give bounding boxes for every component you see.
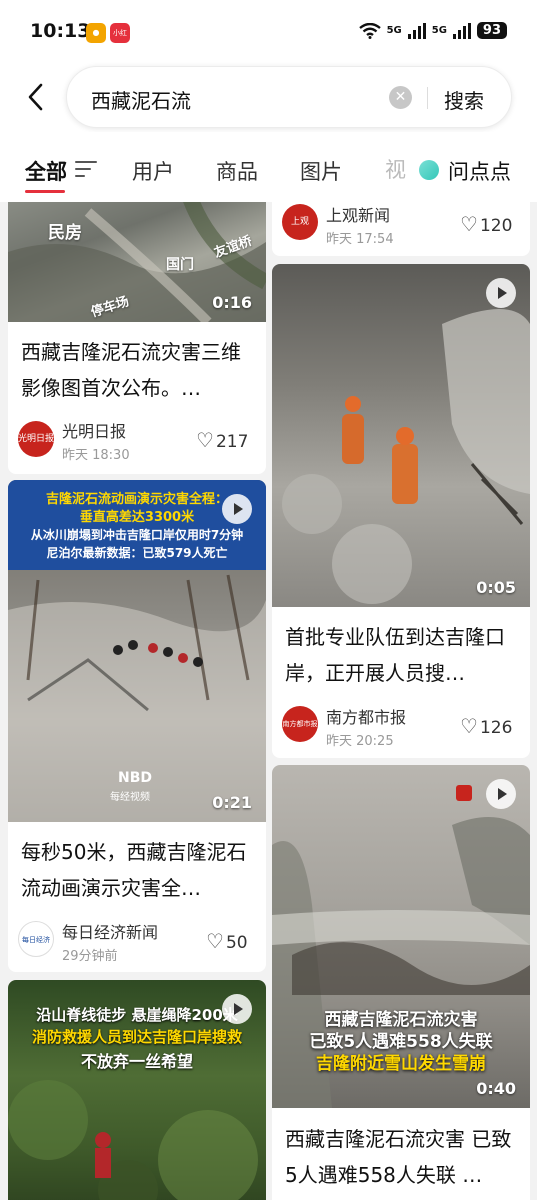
video-thumbnail: 0:05: [272, 264, 530, 607]
tab-wendiandian[interactable]: 问点点: [448, 156, 511, 186]
rescuers-image: [282, 309, 530, 604]
like-count: 120: [479, 216, 513, 236]
video-thumbnail: 西藏吉隆泥石流灾害 已致5人遇难558人失联 吉隆附近雪山发生雪崩 0:40: [272, 765, 530, 1108]
results-feed: 民房 国门 友谊桥 停车场 0:16 西藏吉隆泥石流灾害三维影像图首次公布。… …: [0, 202, 537, 1200]
search-query[interactable]: 西藏泥石流: [91, 85, 191, 114]
source-name[interactable]: 每日经济新闻: [62, 919, 158, 943]
play-icon[interactable]: [222, 994, 252, 1024]
source-logo: 南方都市报: [282, 706, 318, 742]
nbd-watermark-label: 每经视频: [110, 792, 150, 803]
status-indicators: 5G 5G 93: [358, 22, 507, 39]
overlay-line: 吉隆附近雪山发生雪崩: [316, 1054, 486, 1074]
video-duration: 0:21: [212, 793, 252, 812]
heart-icon: ♡: [196, 428, 214, 452]
play-icon[interactable]: [486, 779, 516, 809]
video-duration: 0:16: [212, 293, 252, 312]
overlay-line: 消防救援人员到达吉隆口岸搜救: [31, 1028, 242, 1046]
active-tab-indicator: [25, 190, 65, 193]
back-arrow-icon[interactable]: [22, 80, 52, 114]
post-time: 29分钟前: [62, 949, 118, 964]
video-duration: 0:05: [476, 578, 516, 597]
heart-icon: ♡: [206, 929, 224, 953]
cellular-5g-label-2: 5G: [431, 24, 447, 36]
card-title: 西藏吉隆泥石流灾害 已致5人遇难558人失联 …: [285, 1127, 512, 1187]
like-button[interactable]: ♡ 50: [206, 929, 248, 953]
result-card[interactable]: 0:05 首批专业队伍到达吉隆口岸，正开展人员搜… 南方都市报 南方都市报 昨天…: [272, 264, 530, 758]
status-time: 10:13: [30, 20, 91, 42]
source-name[interactable]: 上观新闻: [326, 202, 390, 226]
result-card[interactable]: 沿山脊线徒步 悬崖绳降200米 消防救援人员到达吉隆口岸搜救 不放弃一丝希望: [8, 980, 266, 1200]
like-button[interactable]: ♡ 217: [196, 428, 248, 452]
source-logo: 上观: [282, 204, 318, 240]
filter-icon[interactable]: [75, 161, 97, 179]
like-button[interactable]: ♡ 120: [460, 212, 512, 236]
source-badge-icon: [456, 785, 472, 801]
result-card[interactable]: 上观 上观新闻 昨天 17:54 ♡ 120: [272, 202, 530, 256]
nbd-watermark: NBD: [118, 770, 153, 786]
tab-video-partial[interactable]: 视: [385, 154, 406, 184]
xiaohongshu-notification-icon: 小红书: [110, 23, 130, 57]
video-thumbnail: 吉隆泥石流动画演示灾害全程： 垂直高差达3300米 从冰川崩塌到冲击吉隆口岸仅用…: [8, 480, 266, 822]
clear-search-icon[interactable]: ✕: [389, 86, 412, 109]
image-label: 民房: [48, 223, 82, 243]
search-input[interactable]: 西藏泥石流 ✕ 搜索: [66, 66, 512, 128]
status-bar: 10:13 ● 小红书 5G 5G 93: [0, 0, 537, 66]
video-duration: 0:40: [476, 1079, 516, 1098]
play-icon[interactable]: [222, 494, 252, 524]
post-time: 昨天 18:30: [62, 448, 130, 463]
signal-icon-2: [452, 22, 471, 39]
video-thumbnail: 民房 国门 友谊桥 停车场 0:16: [8, 202, 266, 322]
banner-line: 尼泊尔最新数据：已致579人死亡: [46, 546, 228, 560]
weibo-notification-icon: ●: [86, 23, 106, 43]
search-button[interactable]: 搜索: [444, 85, 484, 114]
source-logo: 光明日报: [18, 421, 54, 457]
like-count: 126: [479, 718, 513, 738]
video-thumbnail: 沿山脊线徒步 悬崖绳降200米 消防救援人员到达吉隆口岸搜救 不放弃一丝希望: [8, 980, 266, 1200]
post-time: 昨天 17:54: [326, 232, 394, 247]
card-title: 西藏吉隆泥石流灾害三维影像图首次公布。…: [21, 340, 241, 400]
banner-line: 从冰川崩塌到冲击吉隆口岸仅用时7分钟: [30, 528, 244, 542]
tab-products[interactable]: 商品: [216, 156, 258, 186]
tab-users[interactable]: 用户: [132, 156, 174, 186]
like-button[interactable]: ♡ 126: [460, 714, 512, 738]
heart-icon: ♡: [460, 212, 478, 236]
search-header: 西藏泥石流 ✕ 搜索: [0, 66, 537, 132]
battery-indicator: 93: [476, 22, 507, 39]
play-icon[interactable]: [486, 278, 516, 308]
image-label: 国门: [166, 257, 194, 273]
heart-icon: ♡: [460, 714, 478, 738]
result-card[interactable]: 民房 国门 友谊桥 停车场 0:16 西藏吉隆泥石流灾害三维影像图首次公布。… …: [8, 202, 266, 474]
like-count: 217: [215, 432, 249, 452]
overlay-line: 不放弃一丝希望: [80, 1052, 193, 1071]
post-time: 昨天 20:25: [326, 734, 394, 749]
source-logo: 每日经济新闻: [18, 921, 54, 957]
source-name[interactable]: 光明日报: [62, 418, 126, 442]
source-name[interactable]: 南方都市报: [326, 704, 406, 728]
result-tabs: 全部 用户 商品 图片 视 问点点: [0, 132, 537, 202]
tab-images[interactable]: 图片: [300, 156, 342, 186]
card-title: 首批专业队伍到达吉隆口岸，正开展人员搜…: [285, 625, 505, 685]
card-title: 每秒50米，西藏吉隆泥石流动画演示灾害全…: [21, 840, 247, 900]
headline-banner: 吉隆泥石流动画演示灾害全程： 垂直高差达3300米 从冰川崩塌到冲击吉隆口岸仅用…: [8, 480, 266, 570]
wendiandian-icon: [419, 160, 439, 180]
search-divider: [427, 87, 428, 109]
like-count: 50: [225, 933, 248, 953]
tab-all[interactable]: 全部: [25, 156, 67, 186]
cellular-5g-label-1: 5G: [386, 24, 402, 36]
signal-icon-1: [407, 22, 426, 39]
result-card[interactable]: 西藏吉隆泥石流灾害 已致5人遇难558人失联 吉隆附近雪山发生雪崩 0:40 西…: [272, 765, 530, 1200]
wifi-icon: [358, 22, 381, 39]
result-card[interactable]: 吉隆泥石流动画演示灾害全程： 垂直高差达3300米 从冰川崩塌到冲击吉隆口岸仅用…: [8, 480, 266, 972]
